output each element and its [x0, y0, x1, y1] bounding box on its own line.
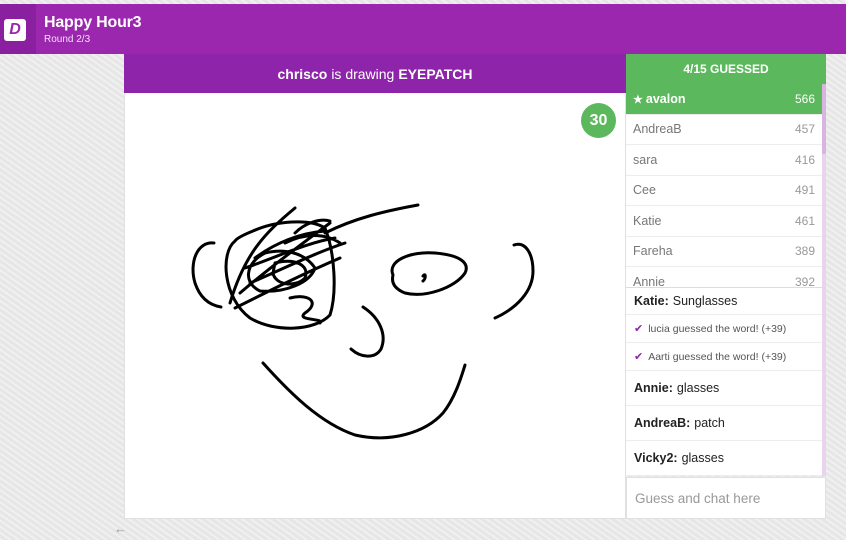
player-name: Katie — [633, 213, 662, 228]
player-score: 461 — [794, 213, 815, 228]
star-icon: ★ — [633, 93, 643, 106]
chat-text: patch — [694, 416, 725, 430]
chat-author: AndreaB: — [634, 416, 691, 430]
player-score: 457 — [794, 122, 815, 137]
player-name: Cee — [633, 183, 656, 198]
logo-letter: D — [9, 21, 21, 38]
player-row[interactable]: ★ avalon 566 — [626, 84, 822, 115]
player-score: 416 — [794, 152, 815, 167]
player-row[interactable]: AndreaB 457 — [626, 115, 822, 145]
player-name: AndreaB — [633, 122, 682, 137]
nose-stroke — [349, 305, 385, 358]
mouth-stroke — [261, 361, 467, 440]
round-timer: 30 — [581, 103, 616, 138]
logo-icon: D — [4, 19, 26, 41]
players-list[interactable]: ★ avalon 566 AndreaB 457 sara 416 Cee 491… — [626, 84, 822, 287]
round-indicator: Round 2/3 — [44, 34, 91, 45]
drawer-name: chrisco — [277, 65, 328, 82]
eyepatch-outline-stroke — [224, 220, 336, 330]
drawing-status-text: is drawing — [331, 65, 395, 82]
chat-system-message: ✔ lucia guessed the word! (+39) — [626, 315, 822, 343]
drawing-status-bar: chrisco is drawing EYEPATCH — [124, 54, 626, 93]
chat-message: Annie: glasses — [626, 371, 822, 406]
right-ear-stroke — [493, 242, 535, 320]
chat-text: Sunglasses — [672, 294, 738, 308]
top-bar: D Happy Hour3 Round 2/3 — [0, 4, 846, 54]
left-ear-stroke — [191, 241, 223, 309]
chat-message: Katie: Sunglasses — [626, 288, 822, 315]
player-row[interactable]: Katie 461 — [626, 206, 822, 237]
player-score: 392 — [794, 274, 815, 287]
eyepatch-scribble-stroke — [228, 206, 347, 325]
chat-text: glasses — [676, 381, 720, 395]
guessed-summary: 4/15 GUESSED — [626, 54, 826, 84]
chat-message: Vicky2: glasses — [626, 441, 822, 476]
chat-text: lucia guessed the word! (+39) — [648, 322, 787, 335]
player-score: 566 — [794, 91, 815, 106]
chat-text: Aarti guessed the word! (+39) — [648, 350, 787, 363]
player-name: avalon — [645, 91, 686, 106]
player-row[interactable]: Annie 392 — [626, 267, 822, 287]
drawing-canvas[interactable] — [124, 93, 626, 519]
back-arrow-icon[interactable]: ← — [114, 521, 127, 536]
right-eye-stroke — [390, 251, 468, 296]
chat-message: AndreaB: patch — [626, 406, 822, 441]
player-name: sara — [633, 152, 658, 167]
player-row[interactable]: Cee 491 — [626, 176, 822, 206]
chat-author: Katie: — [634, 294, 669, 308]
player-row[interactable]: Fareha 389 — [626, 237, 822, 267]
chat-input[interactable] — [626, 477, 826, 519]
player-row[interactable]: sara 416 — [626, 145, 822, 176]
eyepatch-strap-stroke — [323, 203, 420, 235]
sidebar-scrollbar-thumb[interactable] — [822, 84, 826, 154]
logo-container[interactable]: D — [0, 4, 36, 54]
player-score: 389 — [794, 244, 815, 259]
chat-system-message: ✔ Aarti guessed the word! (+39) — [626, 343, 822, 371]
chat-author: Vicky2: — [634, 451, 678, 465]
room-title: Happy Hour3 — [44, 14, 142, 31]
chat-author: Annie: — [634, 381, 673, 395]
drawing-word: EYEPATCH — [398, 65, 473, 82]
check-icon: ✔ — [634, 323, 644, 335]
check-icon: ✔ — [634, 351, 644, 363]
right-pupil-stroke — [421, 273, 427, 283]
player-name: Fareha — [633, 244, 673, 259]
player-score: 491 — [794, 183, 815, 198]
chat-log[interactable]: Katie: Sunglasses ✔ lucia guessed the wo… — [626, 287, 822, 476]
sketch — [191, 203, 535, 440]
chat-text: glasses — [681, 451, 724, 465]
player-name: Annie — [633, 274, 665, 287]
